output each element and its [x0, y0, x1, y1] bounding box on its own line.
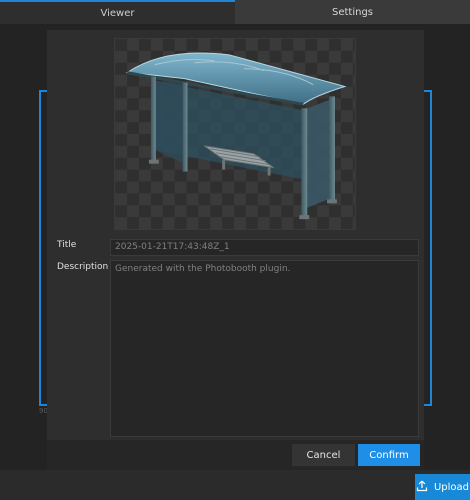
description-label: Description: [57, 262, 109, 272]
description-textarea[interactable]: Generated with the Photobooth plugin.: [110, 260, 419, 437]
tab-settings-label: Settings: [331, 6, 373, 18]
cancel-button-label: Cancel: [306, 449, 341, 461]
tab-viewer[interactable]: Viewer: [0, 0, 235, 24]
upload-icon: [416, 480, 428, 495]
upload-dialog: Title 2025-01-21T17:43:48Z_1 Description…: [47, 30, 424, 470]
bus-shelter-image: [115, 39, 355, 229]
tab-settings[interactable]: Settings: [235, 0, 470, 24]
bottom-bar: [0, 470, 470, 500]
tab-viewer-label: Viewer: [100, 7, 135, 19]
preview-image: [114, 38, 356, 230]
confirm-button[interactable]: Confirm: [358, 444, 420, 466]
confirm-button-label: Confirm: [369, 449, 409, 461]
tab-bar: Viewer Settings: [0, 0, 470, 24]
upload-label: Upload: [433, 481, 470, 493]
cancel-button[interactable]: Cancel: [292, 444, 355, 466]
title-input[interactable]: 2025-01-21T17:43:48Z_1: [110, 239, 419, 256]
title-label: Title: [57, 240, 77, 250]
upload-button[interactable]: Upload: [415, 474, 470, 500]
